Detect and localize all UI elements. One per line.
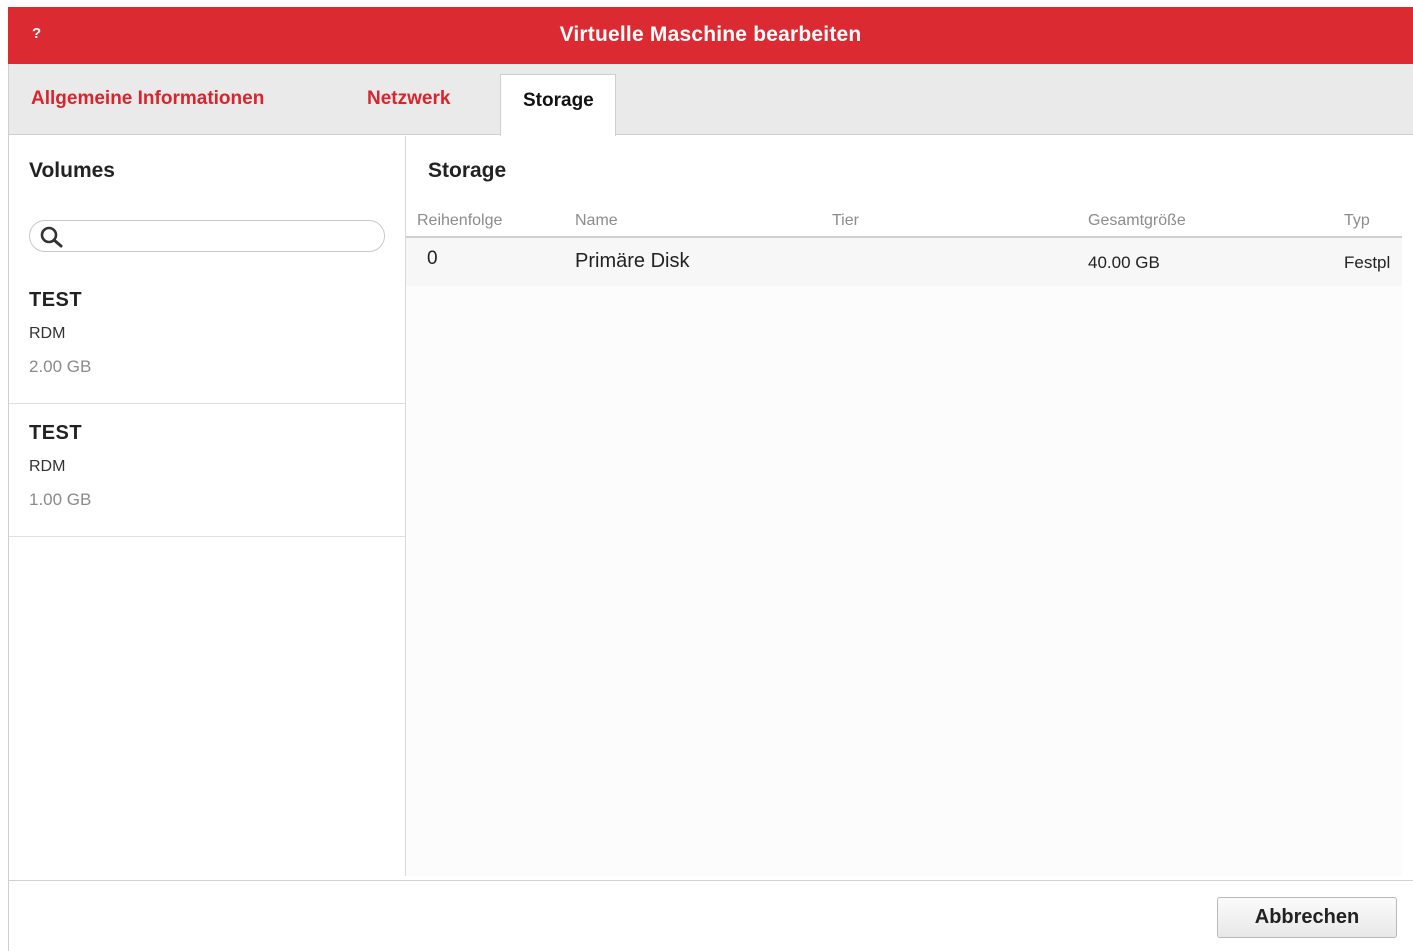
column-header-typ[interactable]: Typ [1344, 212, 1370, 230]
volume-name: TEST [29, 289, 83, 311]
column-header-tier[interactable]: Tier [832, 212, 859, 230]
column-header-gesamtgroesse[interactable]: Gesamtgröße [1088, 212, 1186, 230]
cell-name: Primäre Disk [575, 250, 690, 272]
tab-bar: Allgemeine Informationen Netzwerk Storag… [9, 64, 1413, 136]
tab-storage[interactable]: Storage [500, 74, 616, 136]
storage-panel: Storage Reihenfolge Name Tier Gesamtgröß… [406, 136, 1413, 876]
cancel-button[interactable]: Abbrechen [1217, 897, 1397, 938]
tab-allgemeine-informationen[interactable]: Allgemeine Informationen [31, 88, 264, 110]
column-header-reihenfolge[interactable]: Reihenfolge [417, 212, 502, 230]
volume-type: RDM [29, 325, 66, 342]
column-header-name[interactable]: Name [575, 212, 618, 230]
volumes-heading: Volumes [29, 159, 115, 182]
cell-order: 0 [427, 248, 438, 269]
volume-name: TEST [29, 422, 83, 444]
search-input[interactable] [70, 225, 374, 249]
cell-type: Festpl [1344, 253, 1391, 272]
footer-divider [9, 880, 1413, 881]
volumes-panel: Volumes TEST RDM 2.00 GB TEST RDM 1.00 G… [9, 136, 406, 876]
table-row[interactable]: 0 Primäre Disk 40.00 GB Festpl [406, 238, 1402, 286]
search-icon [40, 226, 63, 248]
volume-size: 1.00 GB [29, 490, 92, 509]
dialog-title: Virtuelle Maschine bearbeiten [559, 23, 862, 46]
tab-netzwerk[interactable]: Netzwerk [367, 88, 450, 110]
dialog-titlebar: ? Virtuelle Maschine bearbeiten [8, 7, 1413, 64]
volume-list-item[interactable]: TEST RDM 1.00 GB [9, 404, 405, 537]
volume-size: 2.00 GB [29, 357, 92, 376]
volume-search[interactable] [29, 220, 385, 252]
cell-size: 40.00 GB [1088, 253, 1160, 272]
storage-heading: Storage [428, 159, 507, 182]
volume-type: RDM [29, 458, 66, 475]
volume-list-item[interactable]: TEST RDM 2.00 GB [9, 271, 405, 404]
table-body-empty-area [406, 286, 1402, 876]
